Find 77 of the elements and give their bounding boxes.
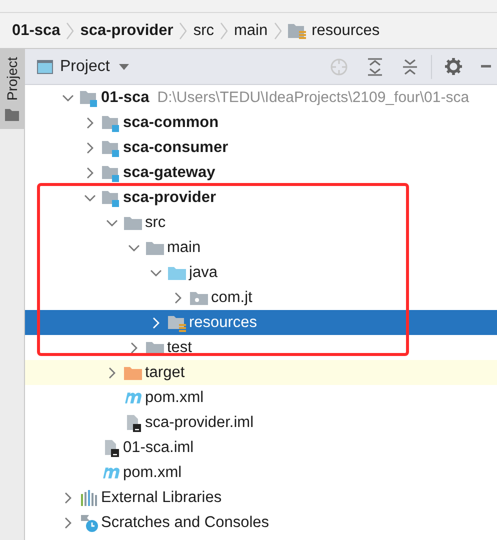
file-icon bbox=[124, 414, 142, 432]
tree-item-label: sca-gateway bbox=[123, 164, 216, 182]
chevron-icon[interactable] bbox=[84, 142, 96, 154]
tree-row[interactable]: External Libraries bbox=[25, 485, 497, 510]
tree-item-label: test bbox=[167, 338, 192, 356]
tree-row[interactable]: sca-provider.iml bbox=[25, 410, 497, 435]
tree-item-label: resources bbox=[189, 314, 258, 332]
module-folder-icon bbox=[102, 138, 120, 156]
chevron-icon[interactable] bbox=[128, 342, 140, 354]
tree-item-label: main bbox=[167, 238, 201, 256]
tree-item-label: pom.xml bbox=[145, 388, 204, 406]
chevron-icon bbox=[66, 20, 74, 40]
tree-item-label: com.jt bbox=[211, 288, 252, 306]
chevron-icon[interactable] bbox=[84, 166, 96, 178]
tree-row[interactable]: resources bbox=[25, 310, 497, 335]
tree-item-label: sca-common bbox=[123, 114, 219, 132]
chevron-icon[interactable] bbox=[106, 366, 118, 378]
tree-row[interactable]: pom.xml bbox=[25, 385, 497, 410]
module-folder-icon bbox=[102, 164, 120, 182]
tree-row[interactable]: 01-sca.iml bbox=[25, 435, 497, 460]
tree-item-label: External Libraries bbox=[101, 488, 222, 506]
tree-item-label: Scratches and Consoles bbox=[101, 514, 270, 532]
breadcrumb-item[interactable]: src bbox=[193, 22, 214, 40]
chevron-icon[interactable] bbox=[150, 316, 162, 328]
breadcrumb-item[interactable]: 01-sca bbox=[12, 22, 60, 40]
chevron-icon bbox=[220, 20, 228, 40]
module-folder-icon bbox=[80, 88, 98, 106]
chevron-icon bbox=[179, 20, 188, 40]
tree-item-label: sca-consumer bbox=[123, 138, 228, 156]
tree-row[interactable]: com.jt bbox=[25, 285, 497, 310]
tree-item-label: 01-sca bbox=[101, 88, 150, 106]
tree-row[interactable]: sca-common bbox=[25, 110, 497, 135]
scratch-icon bbox=[80, 514, 98, 532]
tree-item-label: target bbox=[145, 364, 185, 382]
tree-row[interactable]: sca-provider bbox=[25, 185, 497, 210]
module-folder-icon bbox=[102, 188, 120, 206]
chevron-icon[interactable] bbox=[172, 292, 184, 304]
project-path: D:\Users\TEDU\IdeaProjects\2109_four\01-sca bbox=[157, 89, 470, 106]
maven-icon bbox=[103, 466, 120, 478]
folder-icon bbox=[5, 108, 19, 121]
tree-row[interactable]: sca-gateway bbox=[25, 160, 497, 185]
tree-row[interactable]: sca-consumer bbox=[25, 135, 497, 160]
project-tab[interactable]: Project bbox=[0, 49, 24, 129]
tree-item-label: java bbox=[189, 264, 218, 282]
library-icon bbox=[80, 488, 98, 506]
chevron-icon[interactable] bbox=[62, 516, 74, 528]
window-icon bbox=[37, 60, 53, 74]
tree-row[interactable]: 01-sca D:\Users\TEDU\IdeaProjects\2109_four\01-sca bbox=[25, 85, 497, 110]
tree-row[interactable]: main bbox=[25, 235, 497, 260]
tree-row[interactable]: src bbox=[25, 210, 497, 235]
tree-row[interactable]: test bbox=[25, 335, 497, 360]
dropdown-icon[interactable] bbox=[118, 64, 129, 70]
file-icon bbox=[102, 438, 120, 456]
tree-row[interactable]: pom.xml bbox=[25, 460, 497, 485]
chevron-icon bbox=[274, 20, 282, 40]
expand-all-icon[interactable] bbox=[367, 58, 383, 76]
tree-item-label: 01-sca.iml bbox=[123, 438, 194, 456]
breadcrumb-item[interactable]: resources bbox=[288, 22, 380, 40]
tree-item-label: pom.xml bbox=[123, 464, 182, 482]
folder-icon bbox=[168, 314, 186, 332]
tree-item-label: sca-provider.iml bbox=[145, 414, 254, 432]
tree-row[interactable]: Scratches and Consoles bbox=[25, 510, 497, 535]
folder-icon bbox=[288, 22, 306, 38]
breadcrumb-item[interactable]: main bbox=[234, 22, 268, 40]
tree-row[interactable]: java bbox=[25, 260, 497, 285]
collapse-all-icon[interactable] bbox=[402, 58, 418, 76]
module-folder-icon bbox=[102, 114, 120, 132]
chevron-icon[interactable] bbox=[84, 116, 96, 128]
chevron-icon[interactable] bbox=[62, 492, 74, 504]
tree-item-label: sca-provider bbox=[123, 188, 216, 206]
breadcrumb-item[interactable]: sca-provider bbox=[80, 22, 174, 40]
minimize-icon[interactable] bbox=[481, 64, 491, 68]
settings-icon[interactable] bbox=[445, 58, 462, 75]
panel-title[interactable]: Project bbox=[60, 58, 110, 76]
maven-icon bbox=[125, 392, 142, 404]
tree-row[interactable]: target bbox=[25, 360, 497, 385]
tree-item-label: src bbox=[145, 214, 166, 232]
